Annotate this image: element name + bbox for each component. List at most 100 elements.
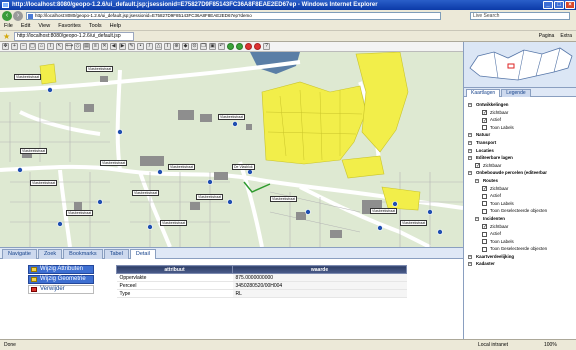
menu-file[interactable]: File: [4, 22, 13, 30]
tab-tabel[interactable]: Tabel: [103, 249, 129, 259]
tree-node[interactable]: Toon Labels: [464, 238, 576, 246]
expand-collapse-icon[interactable]: −: [468, 133, 472, 138]
layer-checkbox[interactable]: ✓: [482, 117, 487, 123]
full-extent-icon[interactable]: ⌂: [38, 43, 45, 50]
edit-geometry-button[interactable]: Wijzig Geometrie: [28, 275, 94, 284]
tools-menu[interactable]: Extra: [560, 31, 572, 42]
zoom-in-icon[interactable]: +: [11, 43, 18, 50]
map-view[interactable]: Vlasbeekstraat Vlasbeekstraat Vlasbeekst…: [0, 52, 463, 247]
expand-collapse-icon[interactable]: −: [468, 103, 472, 107]
layer-checkbox[interactable]: [482, 246, 487, 252]
help-icon[interactable]: ?: [263, 43, 270, 50]
layer-checkbox[interactable]: [482, 231, 487, 237]
cancel-icon[interactable]: [245, 43, 252, 50]
tree-node[interactable]: Toon Labels: [464, 200, 576, 208]
stop-icon[interactable]: [254, 43, 261, 50]
favorites-star-icon[interactable]: ★: [3, 33, 10, 41]
menu-help[interactable]: Help: [110, 22, 121, 30]
tree-node[interactable]: Toon Labels: [464, 124, 576, 132]
tree-node[interactable]: Toon Geselecteerde objecten: [464, 245, 576, 253]
expand-collapse-icon[interactable]: −: [468, 156, 472, 161]
close-button[interactable]: ×: [565, 1, 575, 9]
overview-map[interactable]: [464, 42, 576, 88]
layer-checkbox[interactable]: [482, 208, 487, 214]
tree-node[interactable]: ✓ Zichtbaar: [464, 223, 576, 231]
tab-kaartlagen[interactable]: Kaartlagen: [466, 89, 501, 97]
tab-bookmarks[interactable]: Bookmarks: [63, 249, 103, 259]
undo-icon[interactable]: ↶: [218, 43, 225, 50]
tree-node[interactable]: ✓ Zichtbaar: [464, 162, 576, 170]
measure-icon[interactable]: ⟷: [65, 43, 73, 50]
column-header-attribute[interactable]: attribuut: [116, 265, 233, 274]
tree-node[interactable]: Actief: [464, 192, 576, 200]
tree-node[interactable]: − Routes: [464, 177, 576, 185]
layer-checkbox[interactable]: [482, 201, 487, 207]
move-vertex-icon[interactable]: ◆: [182, 43, 189, 50]
tree-node[interactable]: Toon Geselecteerde objecten: [464, 207, 576, 215]
table-row[interactable]: Type RL: [116, 289, 407, 298]
draw-line-icon[interactable]: /: [146, 43, 153, 50]
zoom-level[interactable]: 100%: [544, 340, 557, 350]
tab-detail[interactable]: Detail: [129, 249, 156, 259]
expand-collapse-icon[interactable]: −: [468, 254, 472, 259]
area-icon[interactable]: ◇: [74, 43, 81, 50]
tree-node[interactable]: ✓ Zichtbaar: [464, 185, 576, 193]
snap-icon[interactable]: ⊙: [191, 43, 198, 50]
tree-node[interactable]: Actief: [464, 230, 576, 238]
search-input[interactable]: Live Search: [470, 12, 570, 20]
tree-node[interactable]: − Ontwikkelingen: [464, 101, 576, 109]
expand-collapse-icon[interactable]: −: [475, 178, 479, 183]
layer-checkbox[interactable]: ✓: [475, 163, 480, 169]
tree-node[interactable]: ✓ Zichtbaar: [464, 109, 576, 117]
tree-node[interactable]: − Incidenten: [464, 215, 576, 223]
browser-tab[interactable]: http://localhost:8080/geopo-1.2.6/ui_def…: [14, 32, 134, 41]
menu-edit[interactable]: Edit: [21, 22, 30, 30]
tree-node[interactable]: ✓ Actief: [464, 116, 576, 124]
menu-tools[interactable]: Tools: [89, 22, 102, 30]
expand-collapse-icon[interactable]: −: [468, 171, 472, 176]
draw-polygon-icon[interactable]: △: [155, 43, 162, 50]
delete-button[interactable]: Verwijder: [28, 285, 94, 294]
print-icon[interactable]: ▤: [83, 43, 90, 50]
tree-node[interactable]: − Editeerbare lagen: [464, 154, 576, 162]
expand-collapse-icon[interactable]: −: [468, 140, 472, 145]
layer-checkbox[interactable]: ✓: [482, 110, 487, 116]
merge-icon[interactable]: ⊕: [173, 43, 180, 50]
select-icon[interactable]: ↖: [56, 43, 63, 50]
expand-collapse-icon[interactable]: −: [468, 148, 472, 153]
column-header-value[interactable]: waarde: [232, 265, 407, 274]
tree-node[interactable]: − Transport: [464, 139, 576, 147]
back-button[interactable]: ‹: [2, 11, 12, 21]
layer-checkbox[interactable]: [482, 239, 487, 245]
tab-legende[interactable]: Legende: [501, 89, 531, 97]
layer-checkbox[interactable]: ✓: [482, 224, 487, 230]
table-row[interactable]: Perceel 3450280520/00H004: [116, 281, 407, 290]
overview-map-canvas[interactable]: [464, 42, 576, 88]
table-row[interactable]: Oppervlakte 875.0000000000: [116, 273, 407, 282]
clear-icon[interactable]: ✕: [101, 43, 108, 50]
tree-node[interactable]: − Kaartverdeelijking: [464, 253, 576, 261]
layer-icon[interactable]: ≡: [92, 43, 99, 50]
highlighted-parcels[interactable]: [39, 52, 421, 211]
edit-icon[interactable]: ✎: [128, 43, 135, 50]
expand-collapse-icon[interactable]: −: [468, 262, 472, 267]
split-icon[interactable]: ⌇: [164, 43, 171, 50]
zoom-box-icon[interactable]: ▢: [29, 43, 36, 50]
tree-node[interactable]: − Natuur: [464, 131, 576, 139]
tree-node[interactable]: − Onbebouwde percelen (editeerbar: [464, 169, 576, 177]
layer-checkbox[interactable]: [482, 125, 487, 131]
maximize-button[interactable]: □: [554, 1, 564, 9]
confirm-icon[interactable]: [227, 43, 234, 50]
draw-point-icon[interactable]: •: [137, 43, 144, 50]
tab-navigatie[interactable]: Navigatie: [2, 249, 37, 259]
copy-icon[interactable]: ❐: [200, 43, 207, 50]
tree-node[interactable]: − Locaties: [464, 147, 576, 155]
forward-button[interactable]: ›: [13, 11, 23, 21]
apply-icon[interactable]: [236, 43, 243, 50]
save-icon[interactable]: ▣: [209, 43, 216, 50]
pan-icon[interactable]: ✥: [2, 43, 9, 50]
minimize-button[interactable]: _: [543, 1, 553, 9]
edit-attributes-button[interactable]: Wijzig Attributen: [28, 265, 94, 274]
info-icon[interactable]: i: [47, 43, 54, 50]
layer-checkbox[interactable]: [482, 193, 487, 199]
